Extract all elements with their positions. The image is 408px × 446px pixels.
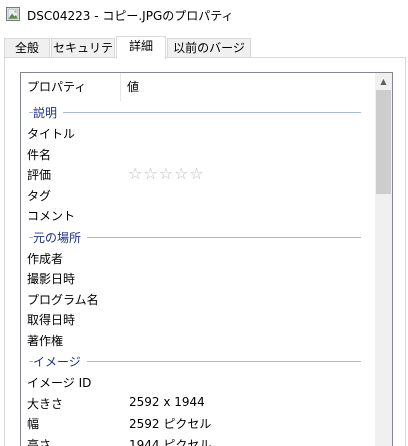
property-name: 幅 xyxy=(27,417,40,431)
property-name: タイトル xyxy=(27,127,76,141)
tab-strip: 全般 セキュリティ 詳細 以前のバージョン xyxy=(0,36,408,74)
star-icon[interactable]: ☆ xyxy=(159,164,174,183)
row-authors[interactable]: 作成者 xyxy=(21,248,373,269)
row-dimensions[interactable]: 大きさ 2592 x 1944 xyxy=(21,393,373,414)
row-width[interactable]: 幅 2592 ピクセル xyxy=(21,413,373,434)
property-value: 2592 ピクセル xyxy=(129,417,212,431)
row-date-acquired[interactable]: 取得日時 xyxy=(21,309,373,330)
property-name: コメント xyxy=(27,209,76,223)
star-icon[interactable]: ☆ xyxy=(143,164,158,183)
scroll-up-arrow-icon[interactable]: ▲ xyxy=(375,73,392,90)
property-name: 高さ xyxy=(27,437,52,446)
list-header: プロパティ 値 xyxy=(21,73,373,101)
property-value: 1944 ピクセル xyxy=(129,437,212,446)
row-program-name[interactable]: プログラム名 xyxy=(21,289,373,310)
property-name: タグ xyxy=(27,188,52,203)
star-icon[interactable]: ☆ xyxy=(174,164,189,183)
row-copyright[interactable]: 著作権 xyxy=(21,330,373,351)
row-date-taken[interactable]: 撮影日時 xyxy=(21,268,373,289)
details-panel: プロパティ 値 説明 タイトル 件名 評価 ☆☆☆☆☆ タグ コメント 元の場所… xyxy=(4,57,406,446)
property-name: 評価 xyxy=(27,168,52,182)
property-name: 大きさ xyxy=(27,396,64,411)
properties-list[interactable]: プロパティ 値 説明 タイトル 件名 評価 ☆☆☆☆☆ タグ コメント 元の場所… xyxy=(20,72,393,446)
tab-general[interactable]: 全般 xyxy=(4,38,50,58)
group-origin: 元の場所 xyxy=(21,226,373,248)
title-bar[interactable]: DSC04223 - コピー.JPGのプロパティ xyxy=(0,0,408,30)
row-rating[interactable]: 評価 ☆☆☆☆☆ xyxy=(21,164,373,185)
property-name: 作成者 xyxy=(27,251,64,266)
row-comments[interactable]: コメント xyxy=(21,205,373,226)
group-description: 説明 xyxy=(21,101,373,123)
star-icon[interactable]: ☆ xyxy=(189,164,204,183)
tab-security[interactable]: セキュリティ xyxy=(51,38,115,74)
rating-stars[interactable]: ☆☆☆☆☆ xyxy=(128,164,205,183)
group-image: イメージ xyxy=(21,350,373,372)
group-label-description: 説明 xyxy=(33,104,64,121)
property-name: 件名 xyxy=(27,147,52,162)
property-name: 著作権 xyxy=(27,333,64,348)
properties-window: DSC04223 - コピー.JPGのプロパティ 全般 セキュリティ 詳細 以前… xyxy=(0,0,408,446)
row-title[interactable]: タイトル xyxy=(21,123,373,144)
row-subject[interactable]: 件名 xyxy=(21,144,373,165)
property-name: 撮影日時 xyxy=(27,272,76,286)
group-label-image: イメージ xyxy=(33,353,87,370)
window-title: DSC04223 - コピー.JPGのプロパティ xyxy=(27,9,234,23)
row-height[interactable]: 高さ 1944 ピクセル xyxy=(21,434,373,446)
image-file-icon xyxy=(6,7,20,21)
property-name: イメージ ID xyxy=(27,376,92,390)
scrollbar-thumb[interactable] xyxy=(376,90,391,194)
property-name: プログラム名 xyxy=(27,292,99,307)
vertical-scrollbar[interactable]: ▲ xyxy=(375,73,392,446)
property-name: 取得日時 xyxy=(27,313,76,327)
property-value: 2592 x 1944 xyxy=(129,394,205,409)
column-header-property[interactable]: プロパティ xyxy=(21,73,121,101)
group-label-origin: 元の場所 xyxy=(33,228,88,246)
row-image-id[interactable]: イメージ ID xyxy=(21,372,373,393)
group-divider xyxy=(29,112,361,113)
row-tags[interactable]: タグ xyxy=(21,185,373,206)
tab-previous-versions[interactable]: 以前のバージョン xyxy=(167,38,251,74)
column-header-value[interactable]: 値 xyxy=(121,73,373,101)
star-icon[interactable]: ☆ xyxy=(128,164,143,183)
tab-details[interactable]: 詳細 xyxy=(116,36,166,59)
list-rows: 説明 タイトル 件名 評価 ☆☆☆☆☆ タグ コメント 元の場所 作成者 撮影日… xyxy=(21,101,373,446)
